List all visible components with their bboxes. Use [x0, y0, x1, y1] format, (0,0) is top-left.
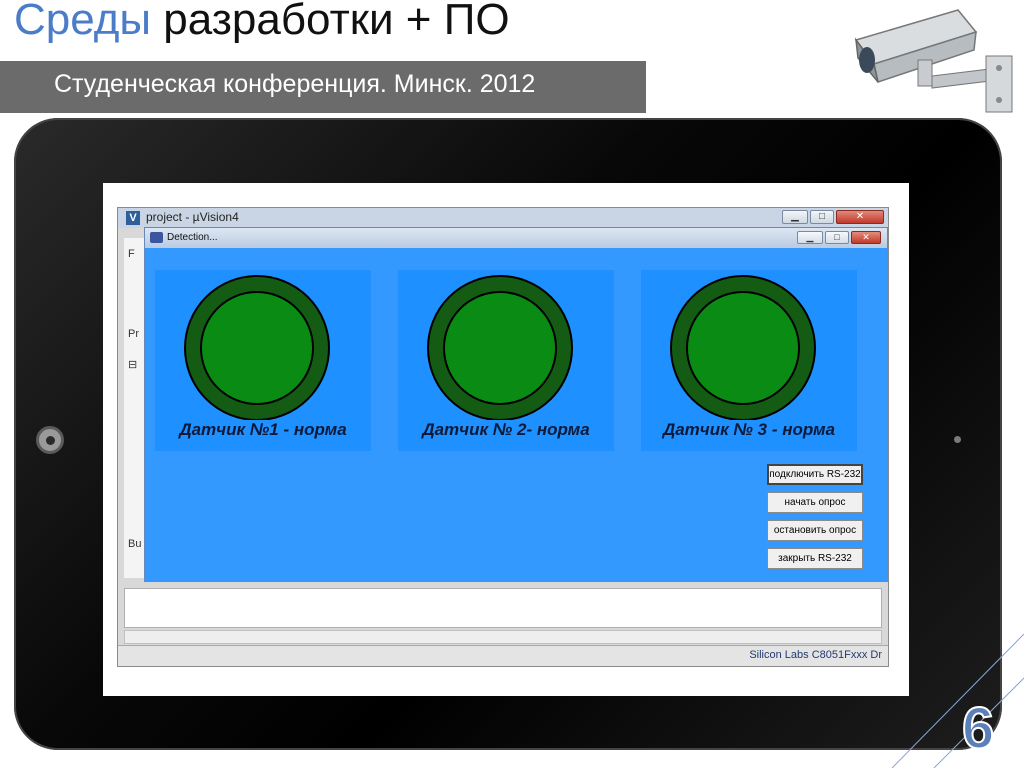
sensor-3-label: Датчик № 3 - норма: [662, 420, 836, 439]
connect-rs232-button[interactable]: подключить RS-232: [767, 464, 863, 485]
detection-title: Detection...: [167, 232, 218, 243]
maximize-icon[interactable]: □: [810, 210, 834, 224]
horizontal-scrollbar[interactable]: [124, 630, 882, 644]
corner-decoration: [891, 633, 1024, 768]
detection-titlebar: Detection... ▁ □ ✕: [145, 228, 887, 248]
slide-title: Среды разработки + ПО: [14, 0, 510, 46]
sensor-panel-3: Датчик № 3 - норма: [641, 270, 857, 451]
uvision-title: project - µVision4: [146, 210, 239, 224]
tablet-camera-icon: [36, 426, 64, 454]
detection-window: Detection... ▁ □ ✕ Датчик №1 - норма Дат…: [144, 227, 888, 582]
camera-icon: [854, 9, 1013, 113]
stop-polling-button[interactable]: остановить опрос: [767, 520, 863, 541]
pane-project-label: Pr: [128, 328, 139, 340]
app-icon: V: [126, 211, 140, 225]
tree-collapse-icon[interactable]: ⊟: [128, 358, 137, 371]
app-icon: [150, 232, 163, 243]
close-icon[interactable]: ✕: [851, 231, 881, 244]
build-output-pane: [124, 588, 882, 628]
status-text: Silicon Labs C8051Fxxx Dr: [749, 649, 882, 661]
sensor-panel-1: Датчик №1 - норма: [155, 270, 371, 451]
sensor-3-indicator-icon: [670, 275, 816, 420]
close-icon[interactable]: ✕: [836, 210, 884, 224]
slide-title-rest: разработки + ПО: [163, 0, 510, 44]
status-bar: Silicon Labs C8051Fxxx Dr: [118, 645, 888, 666]
close-rs232-button[interactable]: закрыть RS-232: [767, 548, 863, 569]
minimize-icon[interactable]: ▁: [782, 210, 808, 224]
subtitle-banner: Студенческая конференция. Минск. 2012: [0, 61, 646, 113]
start-polling-button[interactable]: начать опрос: [767, 492, 863, 513]
tablet-sensor-dot: [954, 436, 961, 443]
sensor-1-label: Датчик №1 - норма: [179, 420, 347, 439]
sensor-2-indicator-icon: [427, 275, 573, 420]
subtitle-text: Студенческая конференция. Минск. 2012: [54, 70, 536, 98]
menu-file-label[interactable]: F: [128, 248, 135, 260]
uvision-titlebar: V project - µVision4 ▁ □ ✕: [118, 208, 888, 228]
pane-build-label: Bu: [128, 538, 142, 550]
sensor-2-label: Датчик № 2- норма: [422, 420, 590, 439]
sensor-1-indicator-icon: [184, 275, 330, 420]
sensor-panel-2: Датчик № 2- норма: [398, 270, 614, 451]
page-number: 6: [961, 695, 995, 762]
maximize-icon[interactable]: □: [825, 231, 849, 244]
slide-title-accent: Среды: [14, 0, 152, 44]
minimize-icon[interactable]: ▁: [797, 231, 823, 244]
